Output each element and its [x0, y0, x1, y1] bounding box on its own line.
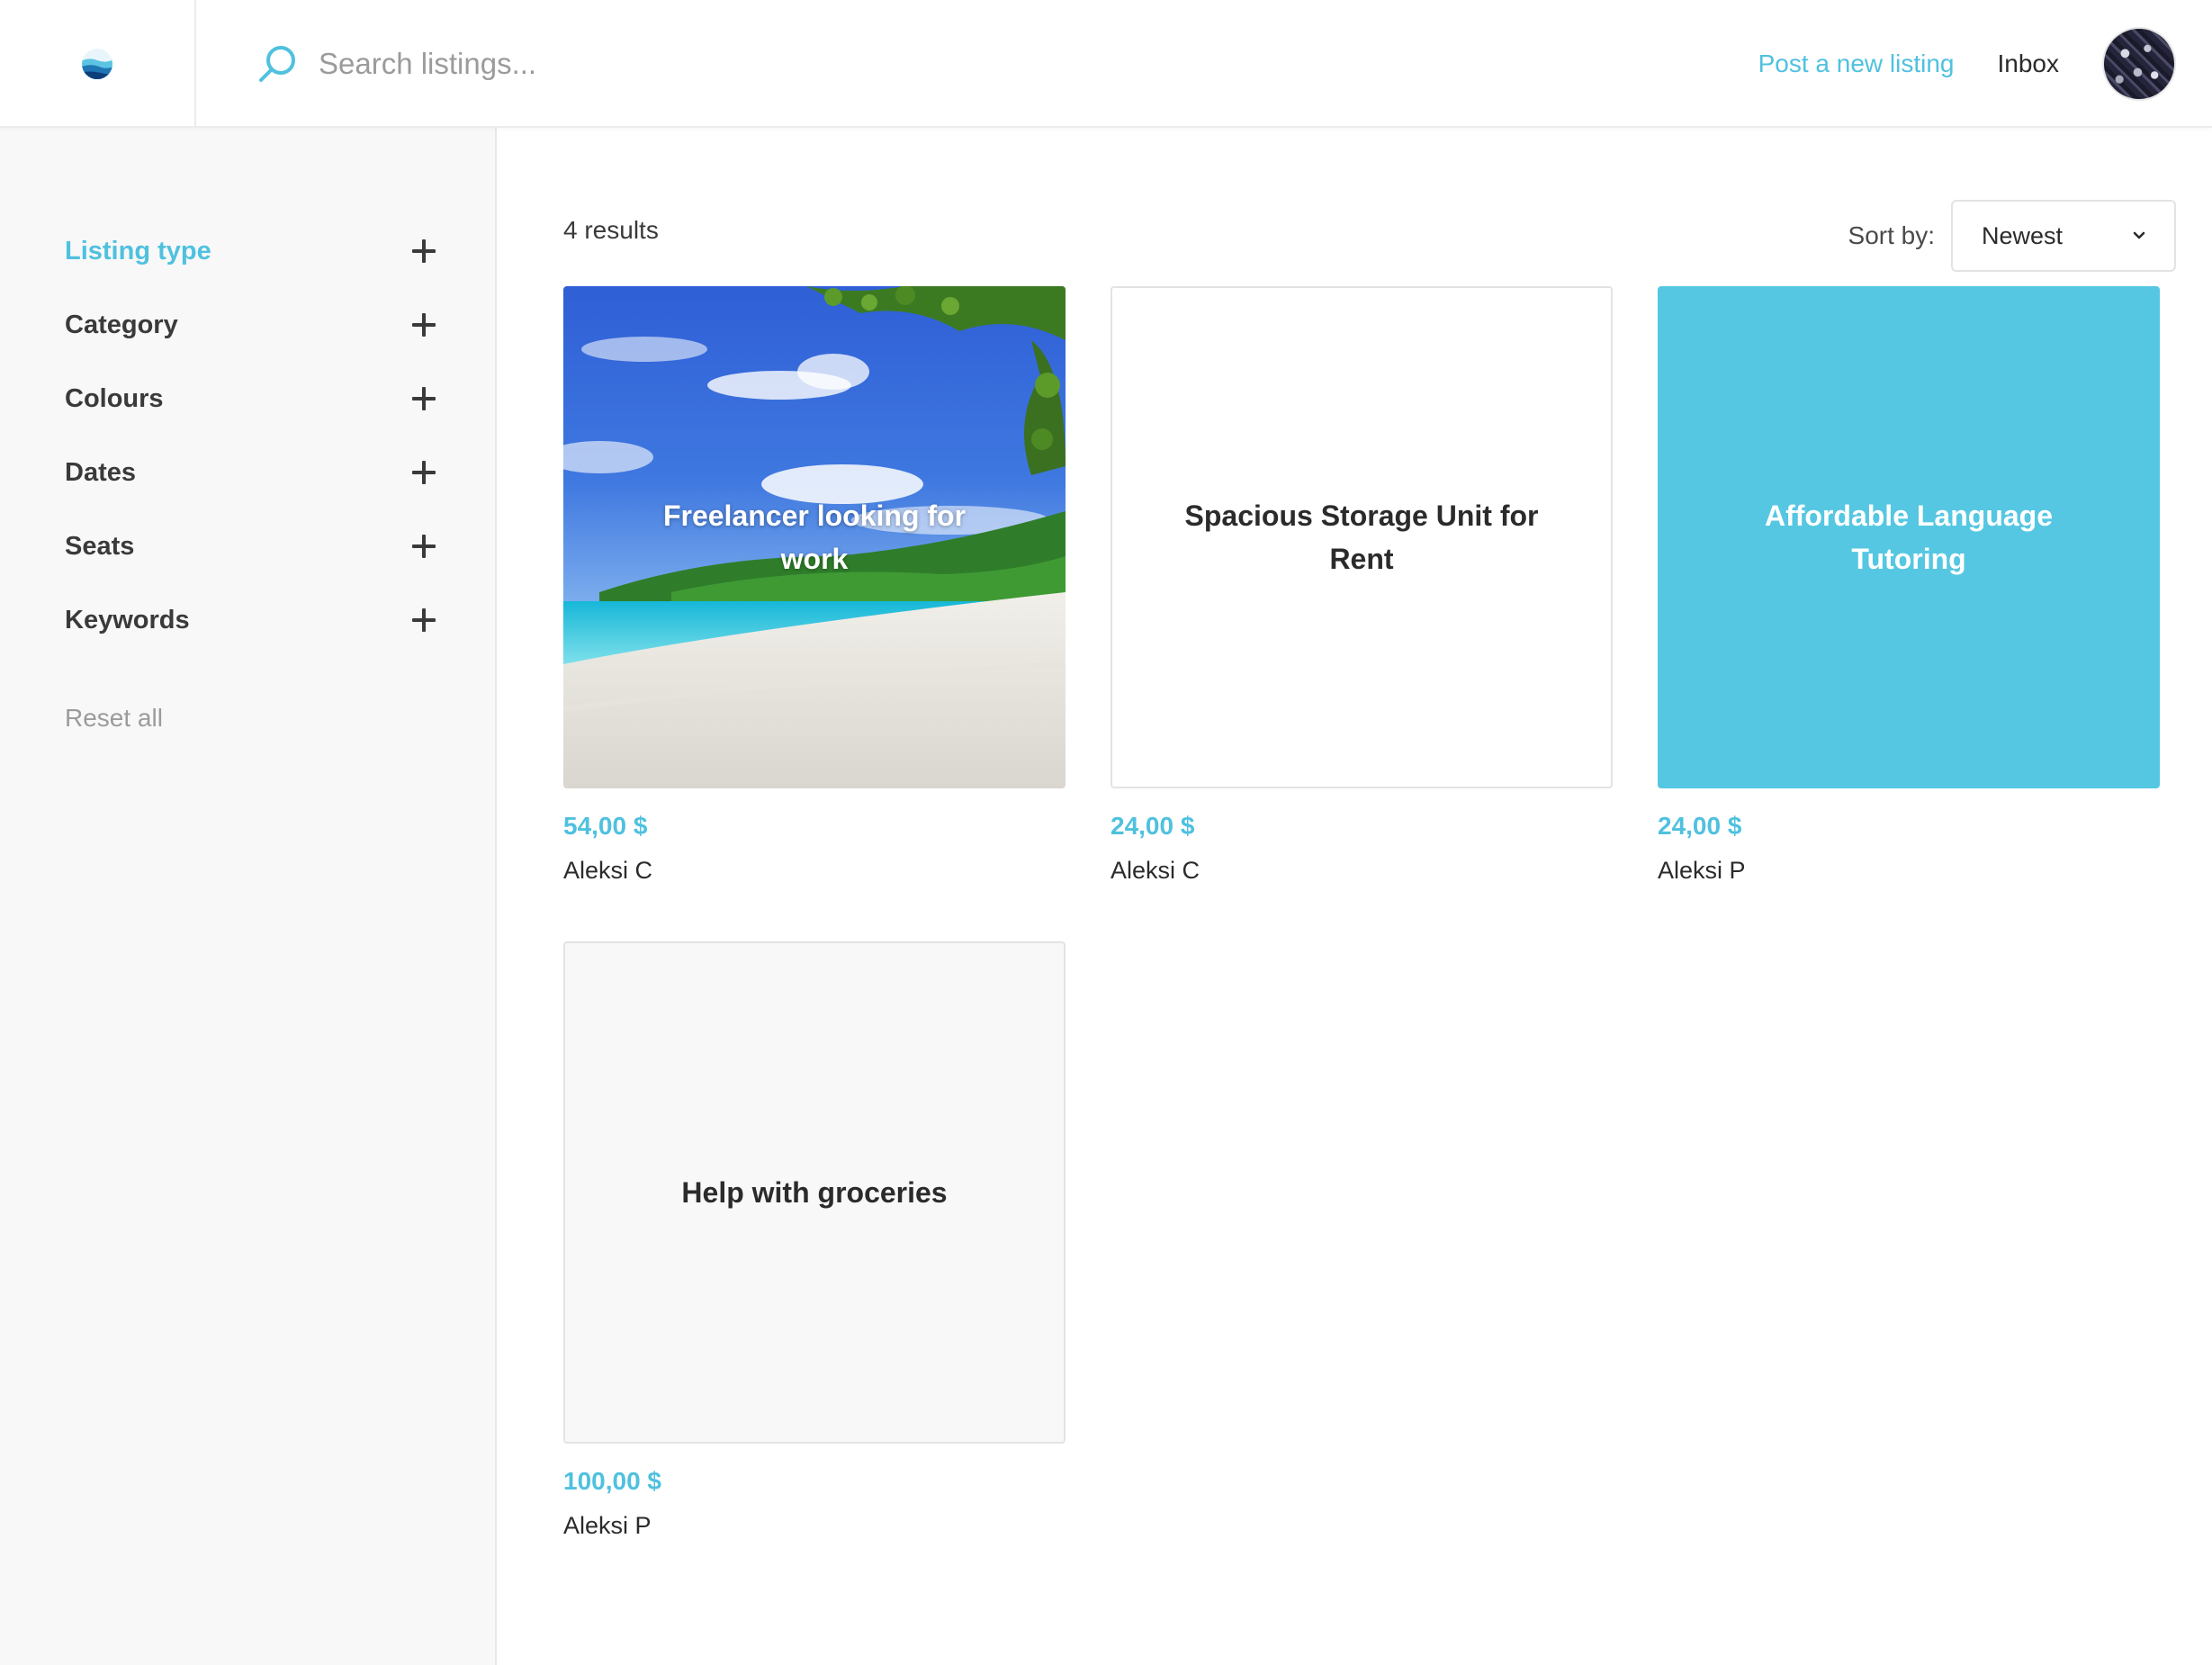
listing-title: Freelancer looking for work	[662, 500, 967, 575]
plus-icon[interactable]	[412, 461, 436, 484]
listing-image[interactable]: Spacious Storage Unit for Rent	[1110, 286, 1613, 788]
sort-select[interactable]: Newest	[1951, 200, 2176, 272]
listing-price: 54,00 $	[563, 812, 648, 840]
filter-dates[interactable]: Dates	[65, 436, 436, 509]
filter-label: Colours	[65, 383, 164, 413]
search-input[interactable]	[319, 40, 1128, 88]
listing-card[interactable]: Spacious Storage Unit for Rent 24,00 $ A…	[1110, 286, 1613, 885]
sort-value: Newest	[1982, 221, 2064, 249]
listing-image[interactable]: Freelancer looking for work	[563, 286, 1066, 788]
filter-label: Dates	[65, 457, 136, 487]
search-icon	[259, 46, 295, 82]
listing-author: Aleksi C	[563, 857, 653, 884]
plus-icon[interactable]	[412, 313, 436, 337]
chevron-down-icon	[2133, 231, 2145, 239]
filter-list: Listing type Category Colours Dates Seat…	[65, 214, 436, 733]
results-count: 4 results	[563, 216, 659, 244]
filter-keywords[interactable]: Keywords	[65, 583, 436, 657]
filter-label: Category	[65, 310, 178, 339]
reset-all-button[interactable]: Reset all	[65, 704, 163, 733]
sort-label: Sort by:	[1848, 221, 1935, 249]
plus-icon[interactable]	[412, 239, 436, 263]
listing-author: Aleksi P	[563, 1512, 652, 1539]
filter-listing-type[interactable]: Listing type	[65, 214, 436, 288]
listing-author: Aleksi P	[1658, 857, 1746, 884]
filter-colours[interactable]: Colours	[65, 362, 436, 436]
filter-label: Keywords	[65, 605, 190, 634]
filter-sidebar: Listing type Category Colours Dates Seat…	[0, 128, 497, 1665]
listing-card[interactable]: Help with groceries 100,00 $ Aleksi P	[563, 941, 1066, 1540]
filter-category[interactable]: Category	[65, 288, 436, 362]
listing-price: 24,00 $	[1110, 812, 1195, 840]
filter-label: Listing type	[65, 236, 211, 266]
top-nav: Post a new listing Inbox	[1758, 0, 2176, 128]
filter-seats[interactable]: Seats	[65, 509, 436, 583]
plus-icon[interactable]	[412, 608, 436, 632]
plus-icon[interactable]	[412, 387, 436, 410]
listing-title: Help with groceries	[681, 1176, 948, 1209]
listing-price: 24,00 $	[1658, 812, 1742, 840]
post-new-listing-link[interactable]: Post a new listing	[1758, 50, 1955, 78]
plus-icon[interactable]	[412, 535, 436, 558]
listing-image[interactable]: Help with groceries	[563, 941, 1066, 1444]
listing-author: Aleksi C	[1110, 857, 1200, 884]
search-bar	[256, 40, 1128, 88]
logo-link[interactable]	[0, 0, 196, 128]
filter-label: Seats	[65, 531, 135, 561]
listing-title: Spacious Storage Unit for Rent	[1184, 500, 1539, 575]
avatar[interactable]	[2102, 27, 2176, 101]
inbox-link[interactable]: Inbox	[1998, 50, 2060, 78]
listing-card[interactable]: Affordable Language Tutoring 24,00 $ Ale…	[1658, 286, 2160, 885]
listing-card[interactable]: Freelancer looking for work 54,00 $ Alek…	[563, 286, 1066, 885]
listing-image[interactable]: Affordable Language Tutoring	[1658, 286, 2160, 788]
top-bar: Post a new listing Inbox	[0, 0, 2212, 128]
listing-title: Affordable Language Tutoring	[1764, 500, 2053, 575]
logo-icon	[82, 49, 112, 79]
listing-price: 100,00 $	[563, 1467, 661, 1495]
sort-control: Sort by: Newest	[1848, 200, 2176, 272]
